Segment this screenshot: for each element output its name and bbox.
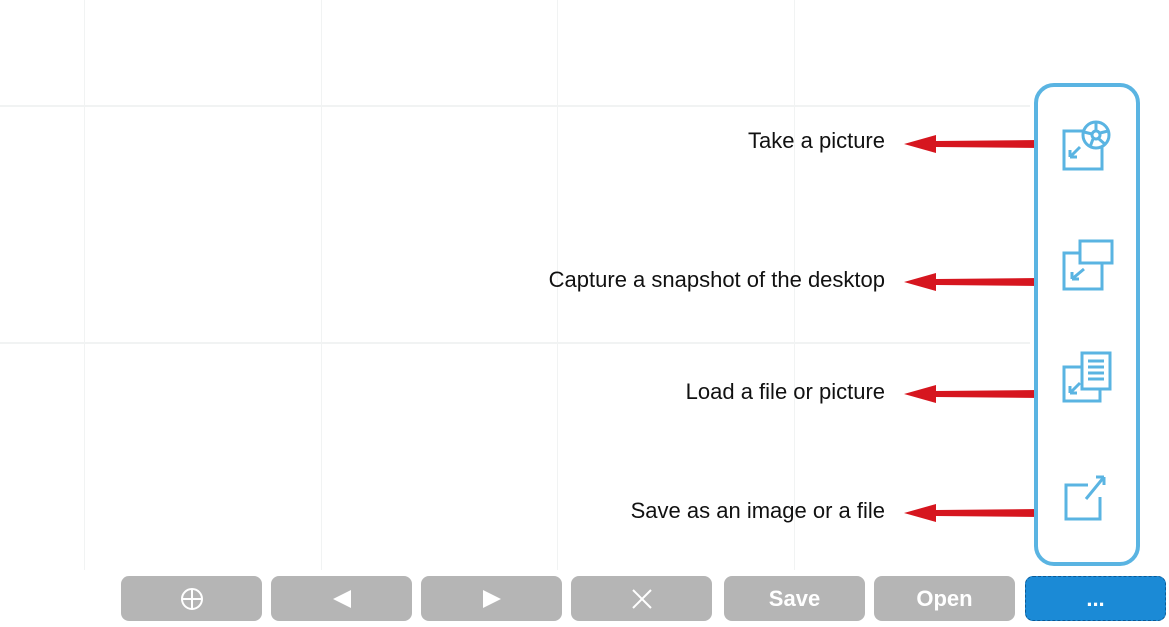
more-button[interactable]: ... (1025, 576, 1166, 621)
save-file-button[interactable] (1060, 467, 1116, 523)
grid-line-horizontal (0, 105, 1030, 107)
previous-icon (332, 589, 351, 608)
arrow-save-file (902, 502, 1042, 524)
callout-capture-desktop: Capture a snapshot of the desktop (548, 267, 885, 292)
callout-save-file: Save as an image or a file (630, 498, 885, 523)
grid-line-vertical (321, 0, 322, 570)
callout-take-picture: Take a picture (748, 128, 885, 153)
camera-icon (1062, 120, 1111, 171)
next-icon (482, 589, 501, 608)
load-file-button[interactable] (1060, 349, 1116, 405)
arrow-load-file (902, 383, 1042, 405)
arrow-capture-desktop (902, 271, 1042, 293)
previous-button[interactable] (271, 576, 412, 621)
bottom-toolbar: Save Open ... (0, 576, 1169, 627)
save-button[interactable]: Save (724, 576, 865, 621)
callout-load-file: Load a file or picture (685, 379, 885, 404)
grid-line-horizontal (0, 342, 1030, 344)
capture-tools-panel (1034, 83, 1140, 566)
take-picture-button[interactable] (1060, 117, 1116, 173)
capture-desktop-button[interactable] (1060, 237, 1116, 293)
add-button[interactable] (121, 576, 262, 621)
add-icon (180, 587, 203, 610)
load-file-icon (1062, 351, 1112, 403)
close-button[interactable] (571, 576, 712, 621)
arrow-take-picture (902, 133, 1042, 155)
save-export-icon (1064, 475, 1106, 521)
next-button[interactable] (421, 576, 562, 621)
grid-line-vertical (84, 0, 85, 570)
desktop-snapshot-icon (1062, 239, 1114, 291)
open-button[interactable]: Open (874, 576, 1015, 621)
close-icon (631, 588, 652, 609)
